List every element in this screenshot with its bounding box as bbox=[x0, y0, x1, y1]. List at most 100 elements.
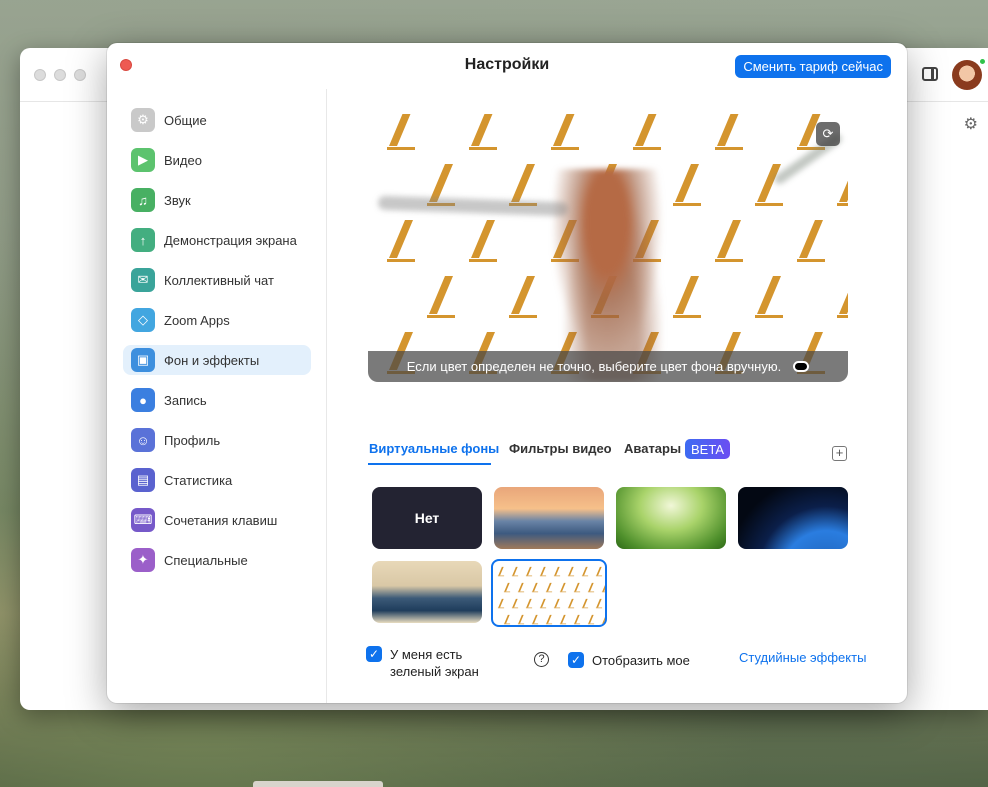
logo-pattern-mark bbox=[573, 581, 581, 593]
logo-pattern-mark bbox=[669, 274, 705, 324]
logo-pattern-mark bbox=[517, 613, 525, 625]
logo-pattern-mark bbox=[503, 581, 511, 593]
window-close-button[interactable] bbox=[34, 69, 46, 81]
logo-pattern-mark bbox=[531, 613, 539, 625]
apps-icon: ◇ bbox=[131, 308, 155, 332]
sidebar-item-label: Демонстрация экрана bbox=[164, 232, 297, 248]
green-screen-label-line2: зеленый экран bbox=[390, 664, 479, 679]
dialog-titlebar: Настройки Сменить тариф сейчас bbox=[107, 43, 907, 89]
logo-pattern-mark bbox=[525, 597, 533, 609]
sidebar-item-label: Профиль bbox=[164, 432, 221, 448]
settings-sidebar: ⚙ Общие ▶ Видео ♫ Звук ↑ Демонстрация экрана ✉ Ко… bbox=[107, 89, 327, 703]
settings-gear-icon[interactable]: ⚙ bbox=[964, 114, 978, 134]
sidebar-toggle-icon[interactable] bbox=[922, 67, 938, 81]
sidebar-item-label: Фон и эффекты bbox=[164, 352, 260, 368]
profile-icon: ☺ bbox=[131, 428, 155, 452]
logo-pattern-mark bbox=[595, 597, 603, 609]
sidebar-item-10[interactable]: ▤ Статистика bbox=[123, 465, 311, 495]
sidebar-item-label: Звук bbox=[164, 192, 191, 208]
statistics-icon: ▤ bbox=[131, 468, 155, 492]
sidebar-item-8[interactable]: ● Запись bbox=[123, 385, 311, 415]
logo-pattern-mark bbox=[539, 597, 547, 609]
sidebar-item-12[interactable]: ✦ Специальные bbox=[123, 545, 311, 575]
logo-pattern-mark bbox=[497, 597, 505, 609]
sidebar-item-label: Запись bbox=[164, 392, 207, 408]
beta-badge: BETA bbox=[685, 439, 730, 459]
tab-avatars[interactable]: Аватары bbox=[624, 441, 681, 456]
background-effects-icon: ▣ bbox=[131, 348, 155, 372]
background-custom-pattern[interactable] bbox=[491, 559, 607, 627]
logo-pattern-mark bbox=[629, 114, 665, 156]
window-zoom-button[interactable] bbox=[74, 69, 86, 81]
online-status-icon bbox=[979, 58, 986, 65]
logo-pattern-mark bbox=[511, 565, 519, 577]
logo-pattern-mark bbox=[669, 162, 705, 212]
dock-thumbnail[interactable] bbox=[253, 781, 383, 787]
share-screen-icon: ↑ bbox=[131, 228, 155, 252]
green-screen-label-line1: У меня есть bbox=[390, 647, 463, 662]
logo-pattern-mark bbox=[465, 114, 501, 156]
video-preview: ⟳ Если цвет определен не точно, выберите… bbox=[368, 114, 848, 382]
logo-pattern-mark bbox=[517, 581, 525, 593]
preview-caption: Если цвет определен не точно, выберите ц… bbox=[368, 351, 848, 382]
sidebar-item-3[interactable]: ♫ Звук bbox=[123, 185, 311, 215]
logo-pattern-mark bbox=[581, 597, 589, 609]
sidebar-item-2[interactable]: ▶ Видео bbox=[123, 145, 311, 175]
logo-pattern-mark bbox=[531, 581, 539, 593]
tab-virtual-backgrounds[interactable]: Виртуальные фоны bbox=[369, 441, 499, 456]
accessibility-icon: ✦ bbox=[131, 548, 155, 572]
logo-pattern-mark bbox=[503, 613, 511, 625]
sidebar-item-9[interactable]: ☺ Профиль bbox=[123, 425, 311, 455]
rotate-camera-icon[interactable]: ⟳ bbox=[816, 122, 840, 146]
logo-pattern-mark bbox=[601, 581, 605, 593]
background-earth[interactable] bbox=[738, 487, 848, 549]
logo-pattern-mark bbox=[525, 565, 533, 577]
sidebar-item-6[interactable]: ◇ Zoom Apps bbox=[123, 305, 311, 335]
caption-text: Если цвет определен не точно, выберите ц… bbox=[406, 359, 782, 374]
green-screen-label: У меня есть зеленый экран bbox=[390, 646, 479, 680]
sidebar-item-label: Коллективный чат bbox=[164, 272, 274, 288]
logo-pattern-mark bbox=[833, 274, 848, 324]
sidebar-item-5[interactable]: ✉ Коллективный чат bbox=[123, 265, 311, 295]
keyboard-icon: ⌨ bbox=[131, 508, 155, 532]
sidebar-item-label: Zoom Apps bbox=[164, 312, 230, 328]
logo-pattern-mark bbox=[553, 565, 561, 577]
sidebar-item-4[interactable]: ↑ Демонстрация экрана bbox=[123, 225, 311, 255]
logo-pattern-mark bbox=[751, 162, 787, 212]
gear-icon: ⚙ bbox=[131, 108, 155, 132]
tab-video-filters[interactable]: Фильтры видео bbox=[509, 441, 612, 456]
add-background-icon[interactable]: + bbox=[832, 446, 847, 461]
green-screen-checkbox[interactable]: ✓ bbox=[366, 646, 382, 662]
mirror-video-checkbox[interactable]: ✓ bbox=[568, 652, 584, 668]
logo-pattern-mark bbox=[539, 565, 547, 577]
sidebar-item-label: Видео bbox=[164, 152, 202, 168]
background-great-wave[interactable] bbox=[372, 561, 482, 623]
sidebar-item-1[interactable]: ⚙ Общие bbox=[123, 105, 311, 135]
background-none[interactable]: Нет bbox=[372, 487, 482, 549]
logo-pattern-mark bbox=[601, 613, 605, 625]
logo-pattern-mark bbox=[711, 114, 747, 156]
logo-pattern-mark bbox=[711, 218, 747, 268]
logo-pattern-mark bbox=[465, 218, 501, 268]
chat-bubbles-icon: ✉ bbox=[131, 268, 155, 292]
logo-pattern-mark bbox=[833, 162, 848, 212]
sidebar-item-7[interactable]: ▣ Фон и эффекты bbox=[123, 345, 311, 375]
logo-pattern-mark bbox=[587, 581, 595, 593]
window-minimize-button[interactable] bbox=[54, 69, 66, 81]
video-camera-icon: ▶ bbox=[131, 148, 155, 172]
settings-dialog: Настройки Сменить тариф сейчас ⚙ Общие ▶ Ви… bbox=[107, 43, 907, 703]
sidebar-item-label: Сочетания клавиш bbox=[164, 512, 278, 528]
avatar[interactable] bbox=[952, 60, 982, 90]
logo-pattern-mark bbox=[595, 565, 603, 577]
background-grass[interactable] bbox=[616, 487, 726, 549]
color-picker-toggle[interactable] bbox=[793, 361, 810, 372]
background-golden-gate[interactable] bbox=[494, 487, 604, 549]
logo-pattern-mark bbox=[581, 565, 589, 577]
studio-effects-link[interactable]: Студийные эффекты bbox=[739, 650, 866, 665]
logo-pattern-mark bbox=[505, 274, 541, 324]
sidebar-item-11[interactable]: ⌨ Сочетания клавиш bbox=[123, 505, 311, 535]
logo-pattern-mark bbox=[545, 613, 553, 625]
upgrade-plan-button[interactable]: Сменить тариф сейчас bbox=[735, 55, 891, 78]
help-icon[interactable]: ? bbox=[534, 652, 549, 667]
record-icon: ● bbox=[131, 388, 155, 412]
